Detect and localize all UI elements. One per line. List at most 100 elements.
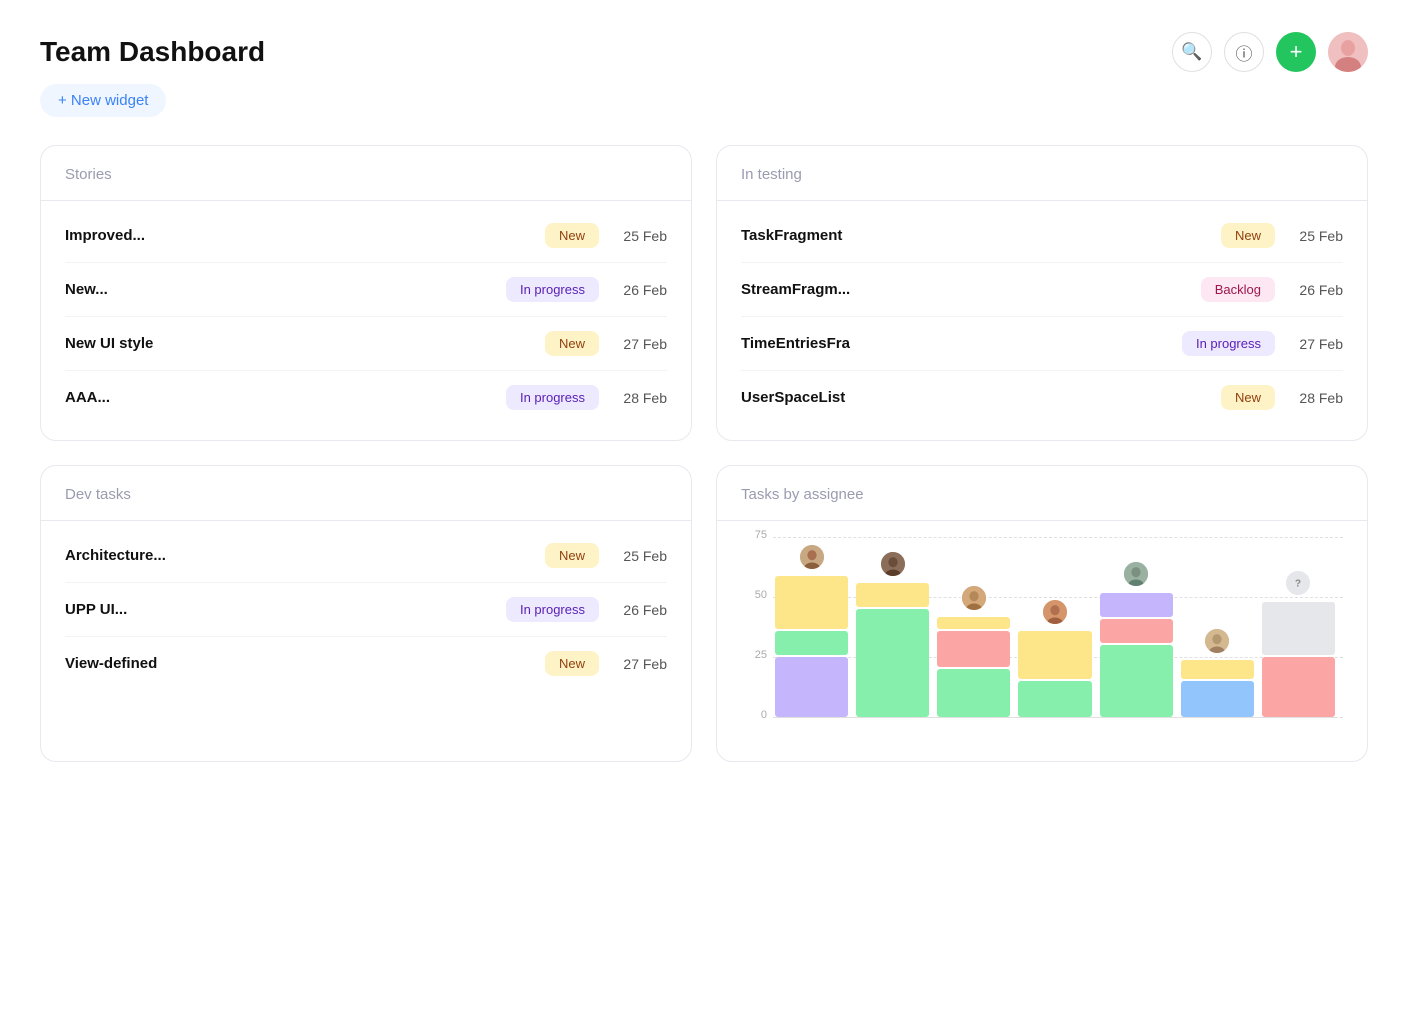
bar-segment (1181, 660, 1254, 679)
bar-segment (1181, 681, 1254, 717)
task-date: 25 Feb (1287, 228, 1343, 244)
dev-tasks-header: Dev tasks (41, 466, 691, 521)
bar-segment (775, 576, 848, 629)
status-badge: In progress (506, 385, 599, 410)
status-badge: New (545, 651, 599, 676)
task-row[interactable]: View-defined New 27 Feb (65, 637, 667, 690)
bar-segment (1262, 602, 1335, 655)
task-date: 26 Feb (611, 282, 667, 298)
task-name: AAA... (65, 389, 494, 406)
bar-segment (937, 631, 1010, 667)
bar-segment (775, 631, 848, 655)
task-name: Improved... (65, 227, 533, 244)
task-date: 27 Feb (611, 656, 667, 672)
task-row[interactable]: AAA... In progress 28 Feb (65, 371, 667, 424)
user-avatar[interactable] (1328, 32, 1368, 72)
task-row[interactable]: UserSpaceList New 28 Feb (741, 371, 1343, 424)
bar-segment (856, 609, 929, 717)
task-date: 25 Feb (611, 228, 667, 244)
task-name: UserSpaceList (741, 389, 1209, 406)
task-date: 28 Feb (611, 390, 667, 406)
bar-group (856, 583, 929, 717)
status-badge: In progress (506, 277, 599, 302)
stories-widget: Stories Improved... New 25 Feb New... In… (40, 145, 692, 441)
bar-avatar (1123, 561, 1149, 587)
task-name: Architecture... (65, 547, 533, 564)
bar-avatar (1042, 599, 1068, 625)
status-badge: New (1221, 223, 1275, 248)
task-row[interactable]: Architecture... New 25 Feb (65, 529, 667, 583)
task-date: 27 Feb (1287, 336, 1343, 352)
status-badge: New (1221, 385, 1275, 410)
search-button[interactable]: 🔍 (1172, 32, 1212, 72)
status-badge: New (545, 223, 599, 248)
bar-segment (1018, 681, 1091, 717)
task-row[interactable]: New... In progress 26 Feb (65, 263, 667, 317)
bar-stack (1181, 660, 1254, 717)
task-row[interactable]: TaskFragment New 25 Feb (741, 209, 1343, 263)
status-badge: In progress (1182, 331, 1275, 356)
bar-group: ? (1262, 602, 1335, 717)
x-axis-line (775, 717, 1335, 718)
in-testing-title: In testing (741, 166, 802, 183)
stories-title: Stories (65, 166, 112, 183)
task-name: View-defined (65, 655, 533, 672)
y-axis-label: 25 (741, 649, 767, 661)
y-axis-label: 0 (741, 709, 767, 721)
bar-avatar (1204, 628, 1230, 654)
bar-avatar (961, 585, 987, 611)
chart-title: Tasks by assignee (741, 486, 864, 503)
status-badge: New (545, 331, 599, 356)
bar-segment (775, 657, 848, 717)
header-left: Team Dashboard (40, 35, 265, 69)
task-row[interactable]: UPP UI... In progress 26 Feb (65, 583, 667, 637)
bar-group (1018, 631, 1091, 717)
bar-segment (937, 669, 1010, 717)
status-badge: In progress (506, 597, 599, 622)
bar-stack (1262, 602, 1335, 717)
chart-header: Tasks by assignee (717, 466, 1367, 521)
stories-header: Stories (41, 146, 691, 201)
dev-tasks-body: Architecture... New 25 Feb UPP UI... In … (41, 521, 691, 706)
task-name: TimeEntriesFra (741, 335, 1170, 352)
bar-stack (937, 617, 1010, 717)
task-row[interactable]: TimeEntriesFra In progress 27 Feb (741, 317, 1343, 371)
add-button[interactable]: + (1276, 32, 1316, 72)
task-name: TaskFragment (741, 227, 1209, 244)
help-button[interactable]: ⓘ (1224, 32, 1264, 72)
task-date: 26 Feb (1287, 282, 1343, 298)
svg-text:?: ? (1295, 579, 1301, 590)
bar-avatar: ? (1285, 570, 1311, 596)
help-icon: ⓘ (1236, 40, 1253, 65)
bar-stack (1018, 631, 1091, 717)
bar-group (775, 576, 848, 717)
task-name: StreamFragm... (741, 281, 1189, 298)
task-name: New UI style (65, 335, 533, 352)
bar-group (1181, 660, 1254, 717)
page-title: Team Dashboard (40, 35, 265, 69)
chart-container: 7550250? (741, 537, 1343, 737)
avatar-image (1328, 32, 1368, 72)
new-widget-label: + New widget (58, 92, 148, 109)
task-date: 27 Feb (611, 336, 667, 352)
dev-tasks-widget: Dev tasks Architecture... New 25 Feb UPP… (40, 465, 692, 762)
plus-icon: + (1290, 39, 1303, 65)
bar-stack (856, 583, 929, 717)
bar-group (937, 617, 1010, 717)
task-row[interactable]: New UI style New 27 Feb (65, 317, 667, 371)
dashboard-grid: Stories Improved... New 25 Feb New... In… (40, 145, 1368, 762)
bar-segment (1100, 593, 1173, 617)
header-actions: 🔍 ⓘ + (1172, 32, 1368, 72)
bar-segment (937, 617, 1010, 629)
task-row[interactable]: StreamFragm... Backlog 26 Feb (741, 263, 1343, 317)
bar-segment (1018, 631, 1091, 679)
bar-segment (1100, 619, 1173, 643)
bar-group (1100, 593, 1173, 717)
bar-avatar (880, 551, 906, 577)
search-icon: 🔍 (1181, 42, 1202, 62)
bar-segment (1100, 645, 1173, 717)
tasks-by-assignee-widget: Tasks by assignee 7550250? (716, 465, 1368, 762)
task-row[interactable]: Improved... New 25 Feb (65, 209, 667, 263)
new-widget-button[interactable]: + New widget (40, 84, 166, 117)
task-name: New... (65, 281, 494, 298)
